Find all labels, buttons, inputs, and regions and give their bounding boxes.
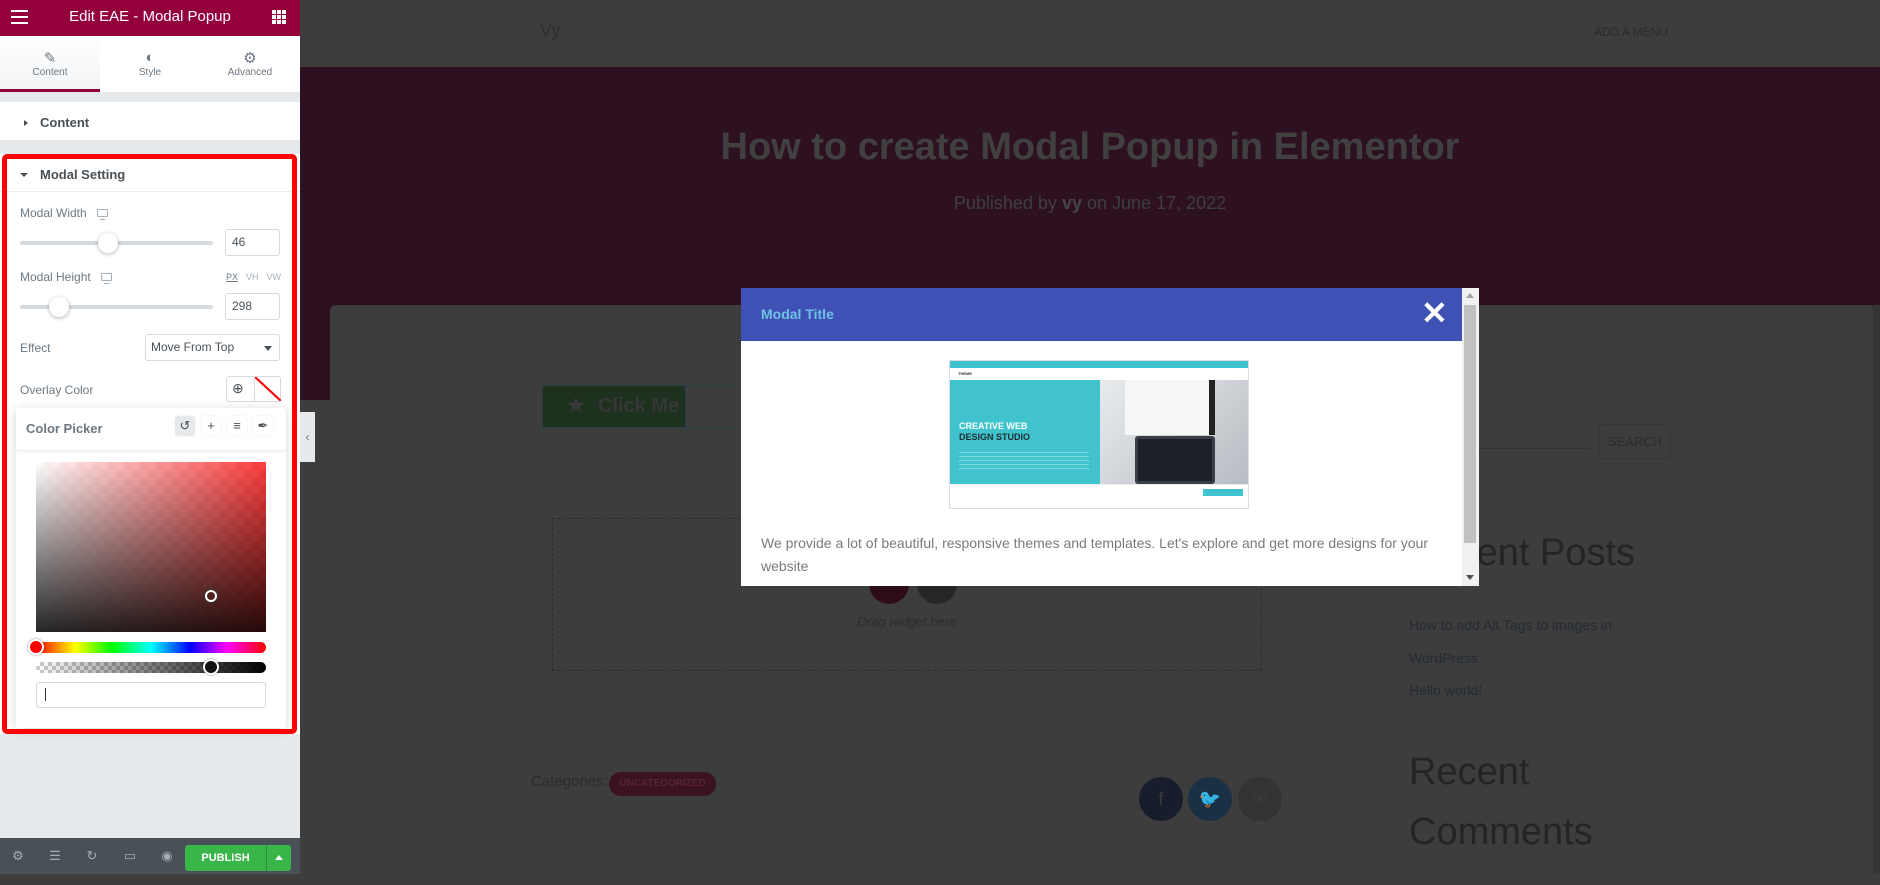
category-badge[interactable]: UNCATEGORIZED bbox=[609, 772, 716, 796]
widget-outline bbox=[686, 385, 746, 428]
twitter-icon[interactable]: 🐦 bbox=[1188, 777, 1232, 821]
meta-suffix: on June 17, 2022 bbox=[1087, 193, 1227, 213]
meta-author[interactable]: vy bbox=[1062, 193, 1082, 213]
recent-post-link[interactable]: How to add Alt Tags to images in WordPre… bbox=[1409, 609, 1639, 675]
color-picker-popover: Color Picker ↺ + ≡ ✒ bbox=[16, 408, 286, 728]
saturation-value-area[interactable] bbox=[36, 462, 266, 632]
alpha-slider-handle[interactable] bbox=[202, 659, 219, 675]
alpha-slider[interactable] bbox=[36, 659, 266, 675]
post-meta: Published by vy on June 17, 2022 bbox=[300, 193, 1880, 214]
modal-setting-header[interactable]: Modal Setting bbox=[0, 154, 300, 192]
modal-width-slider-handle[interactable] bbox=[98, 233, 118, 253]
image-cookie-bar bbox=[952, 484, 1248, 508]
site-menu-link[interactable]: ADD A MENU bbox=[1594, 25, 1668, 39]
effect-select[interactable]: Move From Top bbox=[145, 334, 280, 361]
caret-down-icon bbox=[20, 173, 28, 177]
image-topbar bbox=[950, 361, 1248, 368]
categories-label: Categories: bbox=[531, 773, 608, 790]
scroll-thumb[interactable] bbox=[1464, 305, 1476, 543]
recent-comments-heading: Recent Comments bbox=[1409, 751, 1593, 853]
effect-label: Effect bbox=[20, 341, 51, 355]
desktop-icon[interactable] bbox=[96, 209, 108, 220]
image-monitor bbox=[1125, 380, 1215, 435]
responsive-icon[interactable]: ▭ bbox=[122, 848, 138, 864]
color-value-input[interactable] bbox=[36, 682, 266, 708]
unit-vw[interactable]: VW bbox=[267, 272, 282, 282]
editor-panel: Edit EAE - Modal Popup ✎ Content ◐ Style… bbox=[0, 0, 300, 874]
history-icon[interactable]: ↻ bbox=[84, 848, 100, 864]
search-input[interactable] bbox=[1470, 448, 1590, 449]
overlay-color-label: Overlay Color bbox=[20, 383, 94, 397]
image-paragraph bbox=[959, 452, 1089, 470]
preview-icon[interactable]: ◉ bbox=[159, 848, 175, 864]
widgets-grid-icon[interactable] bbox=[272, 10, 286, 24]
image-nav: THEME bbox=[950, 368, 1248, 380]
color-swatch[interactable] bbox=[254, 377, 281, 401]
divider bbox=[531, 850, 1283, 851]
settings-icon[interactable]: ⚙ bbox=[10, 848, 26, 864]
unit-px[interactable]: PX bbox=[226, 272, 238, 282]
meta-prefix: Published by bbox=[953, 193, 1057, 213]
hue-slider-handle[interactable] bbox=[28, 639, 44, 655]
scroll-up-icon[interactable] bbox=[1466, 293, 1474, 298]
email-icon[interactable]: ✉ bbox=[1238, 777, 1282, 821]
half-circle-icon: ◐ bbox=[145, 49, 155, 66]
gear-icon: ⚙ bbox=[243, 50, 257, 67]
scroll-down-icon[interactable] bbox=[1466, 575, 1474, 580]
close-icon[interactable]: ✕ bbox=[1421, 297, 1448, 329]
stack-icon[interactable]: ≡ bbox=[227, 416, 247, 436]
modal-header: Modal Title ✕ bbox=[741, 288, 1462, 341]
tab-content[interactable]: ✎ Content bbox=[0, 36, 100, 92]
recent-post-link[interactable]: Hello world! bbox=[1409, 682, 1482, 698]
publish-button[interactable]: PUBLISH bbox=[185, 845, 266, 871]
post-title: How to create Modal Popup in Elementor bbox=[720, 126, 1460, 168]
modal-body-text: We provide a lot of beautiful, responsiv… bbox=[761, 535, 1429, 574]
color-picker-title: Color Picker bbox=[26, 421, 103, 436]
unit-switcher: PX VH VW bbox=[218, 272, 281, 282]
facebook-icon[interactable]: f bbox=[1139, 777, 1183, 821]
modal-height-label: Modal Height bbox=[20, 270, 112, 284]
add-icon[interactable]: + bbox=[201, 416, 221, 436]
pencil-icon: ✎ bbox=[43, 50, 57, 67]
modal-image: THEME CREATIVE WEB DESIGN STUDIO bbox=[949, 360, 1249, 509]
modal-scrollbar[interactable] bbox=[1462, 288, 1479, 586]
color-picker-header: Color Picker ↺ + ≡ ✒ bbox=[16, 408, 286, 451]
star-icon: ★ bbox=[567, 395, 585, 417]
panel-tabs: ✎ Content ◐ Style ⚙ Advanced bbox=[0, 36, 300, 92]
modal-width-label: Modal Width bbox=[20, 206, 108, 220]
collapse-panel-button[interactable]: ‹ bbox=[300, 412, 315, 462]
reset-icon[interactable]: ↺ bbox=[175, 416, 195, 436]
tab-advanced[interactable]: ⚙ Advanced bbox=[200, 36, 300, 92]
saturation-value-cursor[interactable] bbox=[205, 590, 218, 602]
image-laptop bbox=[1135, 436, 1215, 484]
tab-style[interactable]: ◐ Style bbox=[100, 36, 200, 92]
page-edge bbox=[1873, 305, 1880, 874]
site-logo[interactable]: Vy bbox=[540, 20, 560, 41]
globe-icon[interactable]: ⊕ bbox=[232, 380, 244, 397]
click-me-label: Click Me bbox=[598, 395, 680, 417]
modal-width-input[interactable]: 46 bbox=[225, 229, 280, 256]
section-content[interactable]: Content bbox=[0, 102, 300, 140]
search-button[interactable]: SEARCH bbox=[1599, 424, 1671, 459]
unit-vh[interactable]: VH bbox=[246, 272, 259, 282]
panel-title: Edit EAE - Modal Popup bbox=[69, 8, 231, 25]
modal-title: Modal Title bbox=[761, 306, 834, 322]
desktop-icon[interactable] bbox=[100, 273, 112, 284]
drag-widget-hint: Drag widget here bbox=[857, 614, 957, 629]
modal-height-input[interactable]: 298 bbox=[225, 293, 280, 320]
modal-height-slider-handle[interactable] bbox=[49, 297, 69, 317]
eyedropper-icon[interactable]: ✒ bbox=[253, 416, 273, 436]
publish-options-button[interactable] bbox=[266, 845, 291, 871]
layers-icon[interactable]: ☰ bbox=[47, 848, 63, 864]
modal-dialog: Modal Title ✕ THEME CREATIVE WEB DESIGN … bbox=[741, 288, 1479, 586]
panel-header: Edit EAE - Modal Popup bbox=[0, 0, 300, 36]
image-heading: CREATIVE WEB DESIGN STUDIO bbox=[959, 421, 1031, 442]
hue-slider[interactable] bbox=[28, 639, 266, 655]
click-me-button[interactable]: ★ Click Me bbox=[542, 385, 686, 428]
caret-right-icon bbox=[24, 120, 28, 126]
overlay-color-control: ⊕ bbox=[226, 376, 281, 402]
